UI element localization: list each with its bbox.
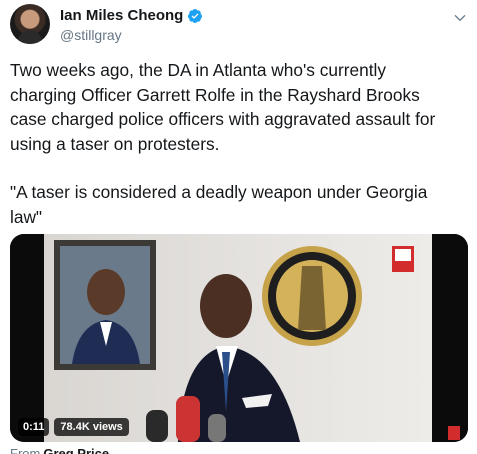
author-avatar[interactable] — [10, 4, 50, 44]
tweet-paragraph: Two weeks ago, the DA in Atlanta who's c… — [10, 60, 441, 154]
chevron-down-icon[interactable] — [452, 10, 468, 26]
verified-badge-icon — [188, 8, 203, 23]
display-name-row: Ian Miles Cheong — [60, 7, 203, 24]
tweet-text: Two weeks ago, the DA in Atlanta who's c… — [10, 58, 450, 253]
video-frame — [10, 234, 468, 442]
tweet-paragraph: "A taser is considered a deadly weapon u… — [10, 182, 433, 227]
tweet-header: Ian Miles Cheong @stillgray — [10, 4, 470, 48]
video-views: 78.4K views — [54, 418, 129, 436]
author-names: Ian Miles Cheong @stillgray — [60, 7, 203, 43]
media-attribution: From Greg Price — [10, 446, 109, 454]
attribution-source[interactable]: Greg Price — [43, 446, 109, 454]
author-display-name[interactable]: Ian Miles Cheong — [60, 7, 183, 24]
attribution-prefix: From — [10, 446, 41, 454]
video-overlay: 0:11 78.4K views — [18, 418, 129, 436]
author-handle[interactable]: @stillgray — [60, 27, 203, 43]
video-timestamp: 0:11 — [18, 418, 50, 436]
video-player[interactable]: 0:11 78.4K views — [10, 234, 468, 442]
